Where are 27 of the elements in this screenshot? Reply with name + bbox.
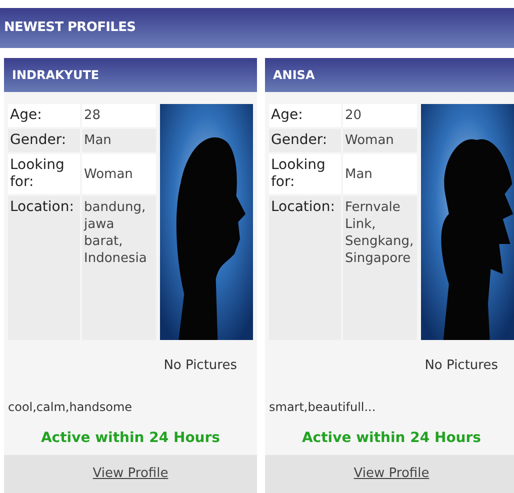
field-label: Location: (8, 196, 80, 340)
photo-caption: No Pictures (424, 357, 498, 375)
field-label: Looking for: (8, 154, 80, 194)
profile-description: smart,beautifull... (269, 400, 376, 414)
field-label: Age: (8, 104, 80, 127)
activity-status: Active within 24 Hours (302, 428, 482, 448)
photo-caption: No Pictures (164, 357, 237, 375)
profile-name: INDRAKYUTE (12, 67, 100, 84)
field-value: Fernvale Link, Sengkang, Singapore (343, 196, 417, 340)
profile-description: cool,calm,handsome (8, 400, 132, 414)
view-profile-link[interactable]: View Profile (354, 464, 430, 484)
field-value: Woman (82, 154, 156, 194)
field-value: Woman (343, 129, 417, 152)
section-title: NEWEST PROFILES (4, 19, 136, 38)
profile-name: ANISA (273, 67, 315, 84)
field-label: Gender: (269, 129, 341, 152)
field-label: Location: (269, 196, 341, 340)
field-value: bandung, jawa barat, Indonesia (82, 196, 156, 340)
field-value: 20 (343, 104, 417, 127)
field-value: Man (343, 154, 417, 194)
activity-status: Active within 24 Hours (40, 428, 220, 448)
field-value: 28 (82, 104, 156, 127)
field-label: Gender: (8, 129, 80, 152)
field-label: Age: (269, 104, 341, 127)
field-label: Looking for: (269, 154, 341, 194)
view-profile-link[interactable]: View Profile (92, 464, 168, 484)
field-value: Man (82, 129, 156, 152)
